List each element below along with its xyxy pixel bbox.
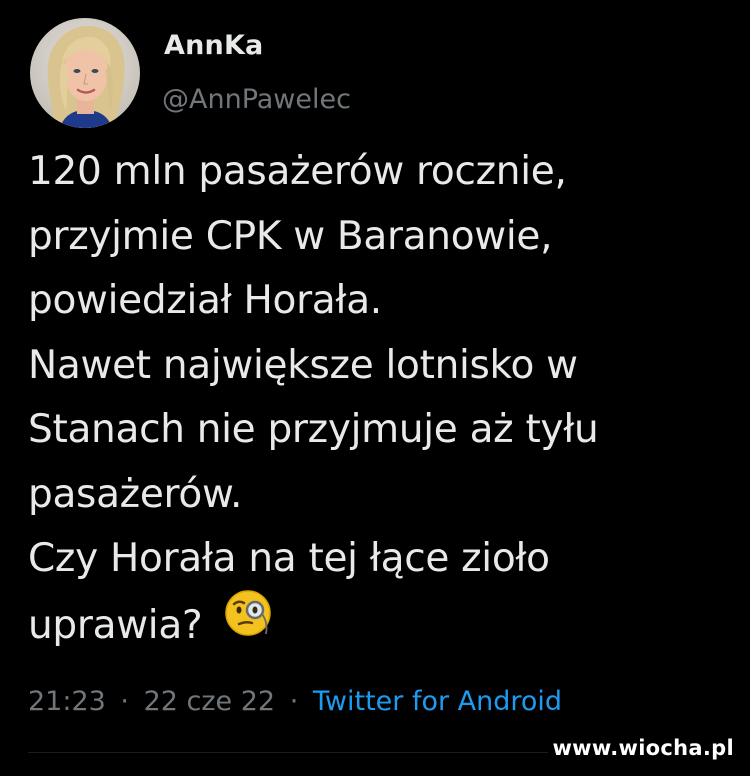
divider (28, 752, 548, 753)
tweet-text-line: pasażerów. (28, 471, 243, 517)
tweet-meta: 21:23 · 22 cze 22 · Twitter for Android (28, 686, 562, 717)
author-handle[interactable]: @AnnPawelec (162, 84, 351, 115)
tweet-text-line: Czy Horała na tej łące zioło (28, 536, 550, 581)
author-display-name[interactable]: AnnKa (164, 30, 263, 61)
watermark: www.wiocha.pl (552, 736, 734, 760)
tweet-date[interactable]: 22 cze 22 (144, 686, 276, 717)
tweet-card: AnnKa @AnnPawelec 120 mln pasażerów rocz… (0, 0, 750, 776)
tweet-text-line: uprawia? (28, 602, 203, 648)
tweet-text-line: przyjmie CPK w Baranowie, (28, 213, 553, 259)
avatar[interactable] (30, 18, 140, 128)
tweet-text: 120 mln pasażerów rocznie, przyjmie CPK … (28, 140, 728, 662)
tweet-text-line: powiedział Horała. (28, 278, 382, 323)
tweet-text-line: 120 mln pasażerów rocznie, (28, 149, 567, 194)
tweet-time[interactable]: 21:23 (28, 686, 106, 717)
tweet-text-line: Stanach nie przyjmuje aż tyłu (28, 407, 599, 452)
meta-separator: · (120, 686, 129, 717)
avatar-portrait-image (30, 18, 140, 128)
tweet-source-link[interactable]: Twitter for Android (313, 686, 562, 717)
face-with-monocle-icon (224, 588, 274, 659)
tweet-text-last-line: uprawia? (28, 589, 728, 663)
tweet-text-line: Nawet największe lotnisko w (28, 342, 578, 388)
meta-separator: · (289, 686, 299, 717)
